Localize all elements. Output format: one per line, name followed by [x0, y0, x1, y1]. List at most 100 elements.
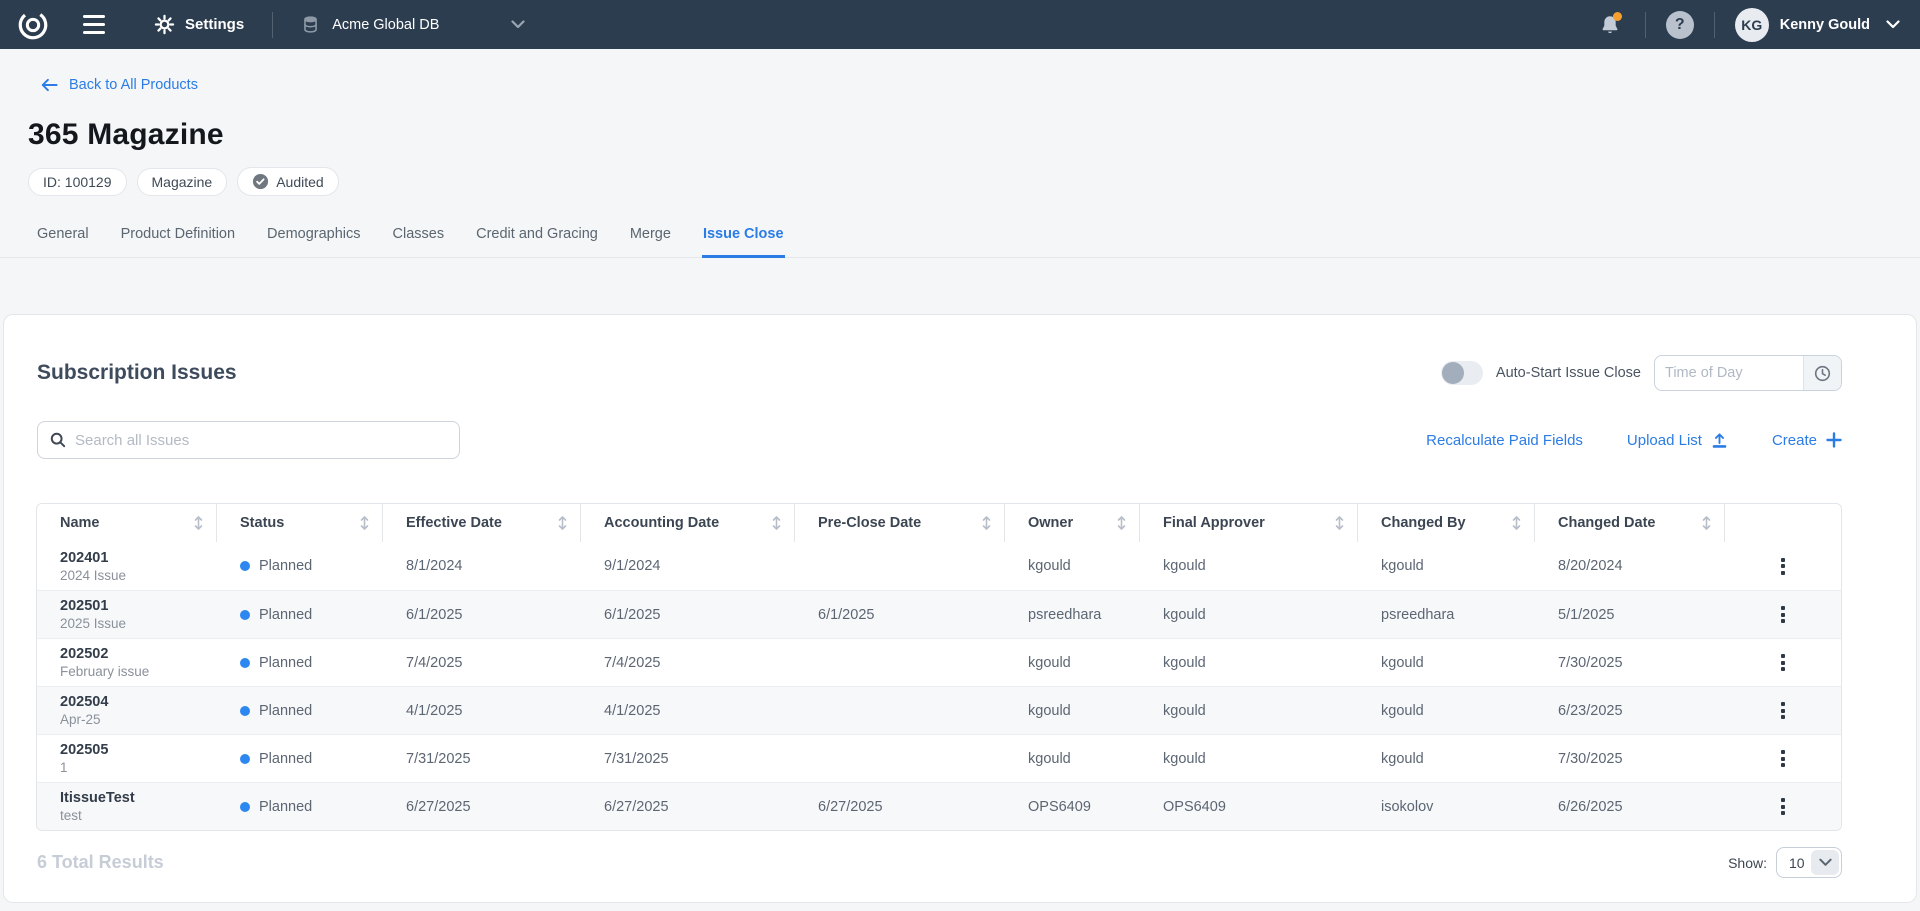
- owner-cell: kgould: [1005, 735, 1140, 782]
- table-row[interactable]: 202504 Apr-25 Planned 4/1/2025 4/1/2025 …: [37, 686, 1841, 734]
- upload-icon: [1711, 432, 1728, 449]
- auto-start-toggle-label: Auto-Start Issue Close: [1496, 365, 1641, 381]
- create-button[interactable]: Create: [1772, 432, 1842, 449]
- tab-demographics[interactable]: Demographics: [266, 216, 362, 258]
- changed-by-cell: kgould: [1358, 735, 1535, 782]
- row-menu-button[interactable]: [1771, 744, 1795, 773]
- table-row[interactable]: 202501 2025 Issue Planned 6/1/2025 6/1/2…: [37, 590, 1841, 638]
- sort-icon: [557, 515, 568, 531]
- table-row[interactable]: ItissueTest test Planned 6/27/2025 6/27/…: [37, 782, 1841, 830]
- pre-close-date-cell: [795, 735, 1005, 782]
- tab-product-definition[interactable]: Product Definition: [120, 216, 236, 258]
- final-approver-cell: kgould: [1140, 735, 1358, 782]
- sort-icon: [981, 515, 992, 531]
- sort-icon: [1116, 515, 1127, 531]
- time-of-day-input[interactable]: [1655, 365, 1803, 381]
- status-cell: Planned: [217, 542, 383, 590]
- sort-icon: [359, 515, 370, 531]
- tab-credit-and-gracing[interactable]: Credit and Gracing: [475, 216, 599, 258]
- pre-close-date-cell: [795, 687, 1005, 734]
- final-approver-cell: kgould: [1140, 687, 1358, 734]
- table-row[interactable]: 202401 2024 Issue Planned 8/1/2024 9/1/2…: [37, 542, 1841, 590]
- issue-subtitle: 2024 Issue: [60, 568, 126, 583]
- user-menu[interactable]: KG Kenny Gould: [1735, 8, 1900, 42]
- page-header: Back to All Products 365 Magazine ID: 10…: [0, 49, 1920, 258]
- show-label: Show:: [1728, 855, 1767, 871]
- check-circle-icon: [252, 173, 269, 190]
- database-selected-label: Acme Global DB: [332, 17, 439, 33]
- table-body: 202401 2024 Issue Planned 8/1/2024 9/1/2…: [37, 542, 1841, 830]
- owner-cell: psreedhara: [1005, 591, 1140, 638]
- auto-start-toggle[interactable]: [1441, 361, 1483, 385]
- row-menu-button[interactable]: [1771, 696, 1795, 725]
- column-header-effective-date[interactable]: Effective Date: [383, 504, 581, 542]
- column-header-pre-close-date[interactable]: Pre-Close Date: [795, 504, 1005, 542]
- issue-name: 202505: [60, 742, 108, 758]
- issue-name: 202401: [60, 550, 108, 566]
- owner-cell: kgould: [1005, 639, 1140, 686]
- column-header-owner[interactable]: Owner: [1005, 504, 1140, 542]
- status-dot-icon: [240, 706, 250, 716]
- chevron-down-icon: [1886, 20, 1900, 29]
- status-dot-icon: [240, 561, 250, 571]
- tab-issue-close[interactable]: Issue Close: [702, 216, 785, 258]
- back-to-products-link[interactable]: Back to All Products: [40, 77, 198, 93]
- tab-general[interactable]: General: [36, 216, 90, 258]
- changed-date-cell: 6/23/2025: [1535, 687, 1725, 734]
- column-header-changed-date[interactable]: Changed Date: [1535, 504, 1725, 542]
- status-label: Planned: [259, 607, 312, 623]
- nav-settings[interactable]: Settings: [154, 14, 244, 35]
- issue-subtitle: February issue: [60, 664, 149, 679]
- issue-subtitle: 1: [60, 760, 68, 775]
- page-size-select[interactable]: 10: [1776, 847, 1842, 878]
- row-menu-button[interactable]: [1771, 600, 1795, 629]
- final-approver-cell: kgould: [1140, 639, 1358, 686]
- user-name: Kenny Gould: [1780, 17, 1870, 33]
- plus-icon: [1826, 432, 1842, 448]
- row-actions-cell: [1725, 591, 1841, 638]
- changed-date-cell: 8/20/2024: [1535, 542, 1725, 590]
- final-approver-cell: kgould: [1140, 591, 1358, 638]
- nav-divider: [272, 12, 273, 38]
- status-dot-icon: [240, 802, 250, 812]
- issue-name-cell: 202502 February issue: [37, 639, 217, 686]
- issue-name-cell: 202504 Apr-25: [37, 687, 217, 734]
- subscription-issues-panel: Subscription Issues Auto-Start Issue Clo…: [3, 314, 1917, 903]
- app-logo-icon[interactable]: [14, 6, 52, 44]
- notifications-button[interactable]: [1595, 10, 1625, 40]
- badges-row: ID: 100129 Magazine Audited: [28, 167, 1892, 196]
- row-menu-button[interactable]: [1771, 792, 1795, 821]
- column-header-name[interactable]: Name: [37, 504, 217, 542]
- effective-date-cell: 6/1/2025: [383, 591, 581, 638]
- column-header-accounting-date[interactable]: Accounting Date: [581, 504, 795, 542]
- column-header-changed-by[interactable]: Changed By: [1358, 504, 1535, 542]
- product-type-badge: Magazine: [137, 168, 228, 196]
- status-label: Planned: [259, 655, 312, 671]
- database-selector[interactable]: Acme Global DB: [301, 15, 525, 34]
- recalculate-paid-fields-button[interactable]: Recalculate Paid Fields: [1426, 432, 1583, 449]
- time-picker-button[interactable]: [1803, 356, 1841, 390]
- time-of-day-field: [1654, 355, 1842, 391]
- sort-icon: [1701, 515, 1712, 531]
- status-label: Planned: [259, 751, 312, 767]
- column-header-final-approver[interactable]: Final Approver: [1140, 504, 1358, 542]
- chevron-down-icon: [511, 20, 525, 29]
- help-button[interactable]: ?: [1666, 11, 1694, 39]
- table-row[interactable]: 202502 February issue Planned 7/4/2025 7…: [37, 638, 1841, 686]
- tab-merge[interactable]: Merge: [629, 216, 672, 258]
- changed-date-cell: 7/30/2025: [1535, 639, 1725, 686]
- row-menu-button[interactable]: [1771, 648, 1795, 677]
- row-menu-button[interactable]: [1771, 552, 1795, 581]
- changed-by-cell: kgould: [1358, 639, 1535, 686]
- table-row[interactable]: 202505 1 Planned 7/31/2025 7/31/2025 kgo…: [37, 734, 1841, 782]
- hamburger-menu-icon[interactable]: [74, 5, 114, 45]
- column-header-status[interactable]: Status: [217, 504, 383, 542]
- sort-icon: [771, 515, 782, 531]
- issue-name-cell: 202401 2024 Issue: [37, 542, 217, 590]
- tab-classes[interactable]: Classes: [392, 216, 446, 258]
- recalculate-label: Recalculate Paid Fields: [1426, 432, 1583, 449]
- upload-list-button[interactable]: Upload List: [1627, 432, 1728, 449]
- effective-date-cell: 7/4/2025: [383, 639, 581, 686]
- search-input[interactable]: [75, 432, 447, 449]
- effective-date-cell: 7/31/2025: [383, 735, 581, 782]
